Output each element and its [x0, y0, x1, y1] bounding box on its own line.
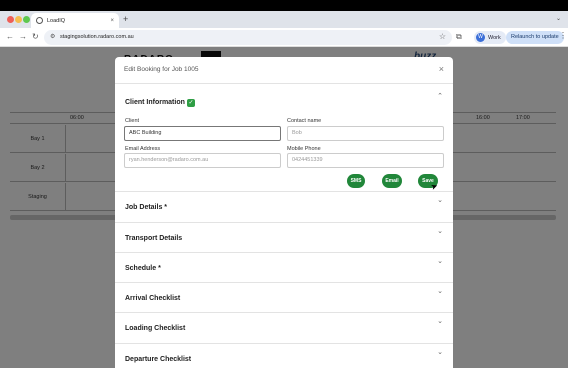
relaunch-button[interactable]: Relaunch to update — [506, 31, 564, 44]
email-field[interactable]: ryan.henderson@radaro.com.au — [124, 153, 281, 168]
top-strip — [0, 0, 568, 11]
chevron-down-icon[interactable]: ⌄ — [437, 287, 443, 295]
modal-title: Edit Booking for Job 1005 — [124, 66, 199, 73]
contact-name-input[interactable]: Bob — [287, 126, 444, 141]
profile-button[interactable]: W Work — [474, 31, 506, 44]
section-title: Loading Checklist — [125, 325, 186, 332]
browser-tab-loadiq[interactable]: LoadIQ × — [31, 13, 119, 28]
section-title[interactable]: Client Information — [125, 99, 185, 106]
section-title: Transport Details — [125, 235, 183, 242]
chevron-down-icon[interactable]: ⌄ — [556, 15, 561, 22]
arrival-checklist-section[interactable]: Arrival Checklist ⌄ — [115, 283, 453, 313]
extensions-icon[interactable]: ⧉ — [456, 32, 462, 42]
chevron-down-icon[interactable]: ⌄ — [437, 348, 443, 356]
tab-close-icon[interactable]: × — [110, 18, 114, 24]
browser-tab-bar: LoadIQ × + ⌄ — [0, 11, 568, 28]
maximize-window-button[interactable] — [23, 16, 30, 23]
schedule-section[interactable]: Schedule * ⌄ — [115, 253, 453, 283]
address-bar[interactable]: ⚙ stagingsolution.radaro.com.au ☆ — [44, 30, 452, 45]
chevron-down-icon[interactable]: ⌄ — [437, 196, 443, 204]
email-button[interactable]: Email — [382, 174, 402, 188]
chevron-down-icon[interactable]: ⌄ — [437, 317, 443, 325]
client-information-section: Client Information ✓ ⌃ Client ABC Buildi… — [115, 84, 453, 192]
section-title: Arrival Checklist — [125, 295, 181, 302]
transport-details-section[interactable]: Transport Details ⌄ — [115, 223, 453, 253]
mobile-phone-input[interactable]: 0424451339 — [287, 153, 444, 168]
edit-booking-modal: Edit Booking for Job 1005 × Client Infor… — [115, 57, 453, 368]
url-text: stagingsolution.radaro.com.au — [60, 34, 134, 40]
job-details-section[interactable]: Job Details * ⌄ — [115, 192, 453, 223]
chevron-up-icon[interactable]: ⌃ — [437, 92, 443, 100]
close-icon[interactable]: × — [439, 64, 444, 74]
client-input[interactable]: ABC Building — [124, 126, 281, 141]
minimize-window-button[interactable] — [15, 16, 22, 23]
browser-toolbar: ← → ↻ ⚙ stagingsolution.radaro.com.au ☆ … — [0, 28, 568, 47]
tab-title: LoadIQ — [47, 17, 66, 24]
sms-button[interactable]: SMS — [347, 174, 365, 188]
avatar: W — [476, 33, 485, 42]
star-icon[interactable]: ☆ — [439, 32, 446, 41]
profile-label: Work — [488, 34, 501, 41]
back-arrow-icon[interactable]: ← — [6, 32, 14, 42]
modal-header: Edit Booking for Job 1005 × — [115, 57, 453, 84]
section-title: Departure Checklist — [125, 356, 192, 363]
site-settings-icon[interactable]: ⚙ — [50, 33, 55, 40]
new-tab-button[interactable]: + — [123, 13, 128, 26]
email-label: Email Address — [125, 146, 161, 152]
reload-icon[interactable]: ↻ — [32, 32, 39, 42]
departure-checklist-section[interactable]: Departure Checklist ⌄ — [115, 344, 453, 368]
forward-arrow-icon[interactable]: → — [19, 32, 27, 42]
chevron-down-icon[interactable]: ⌄ — [437, 227, 443, 235]
close-window-button[interactable] — [7, 16, 14, 23]
section-title: Schedule * — [125, 265, 161, 272]
more-menu-icon[interactable]: ⋮ — [559, 31, 567, 40]
chevron-down-icon[interactable]: ⌄ — [437, 257, 443, 265]
loading-checklist-section[interactable]: Loading Checklist ⌄ — [115, 313, 453, 344]
globe-icon — [36, 17, 43, 24]
mobile-phone-label: Mobile Phone — [287, 146, 321, 152]
section-title: Job Details * — [125, 204, 168, 211]
client-label: Client — [125, 118, 140, 124]
contact-name-label: Contact name — [287, 118, 322, 124]
checkmark-icon: ✓ — [187, 99, 195, 107]
